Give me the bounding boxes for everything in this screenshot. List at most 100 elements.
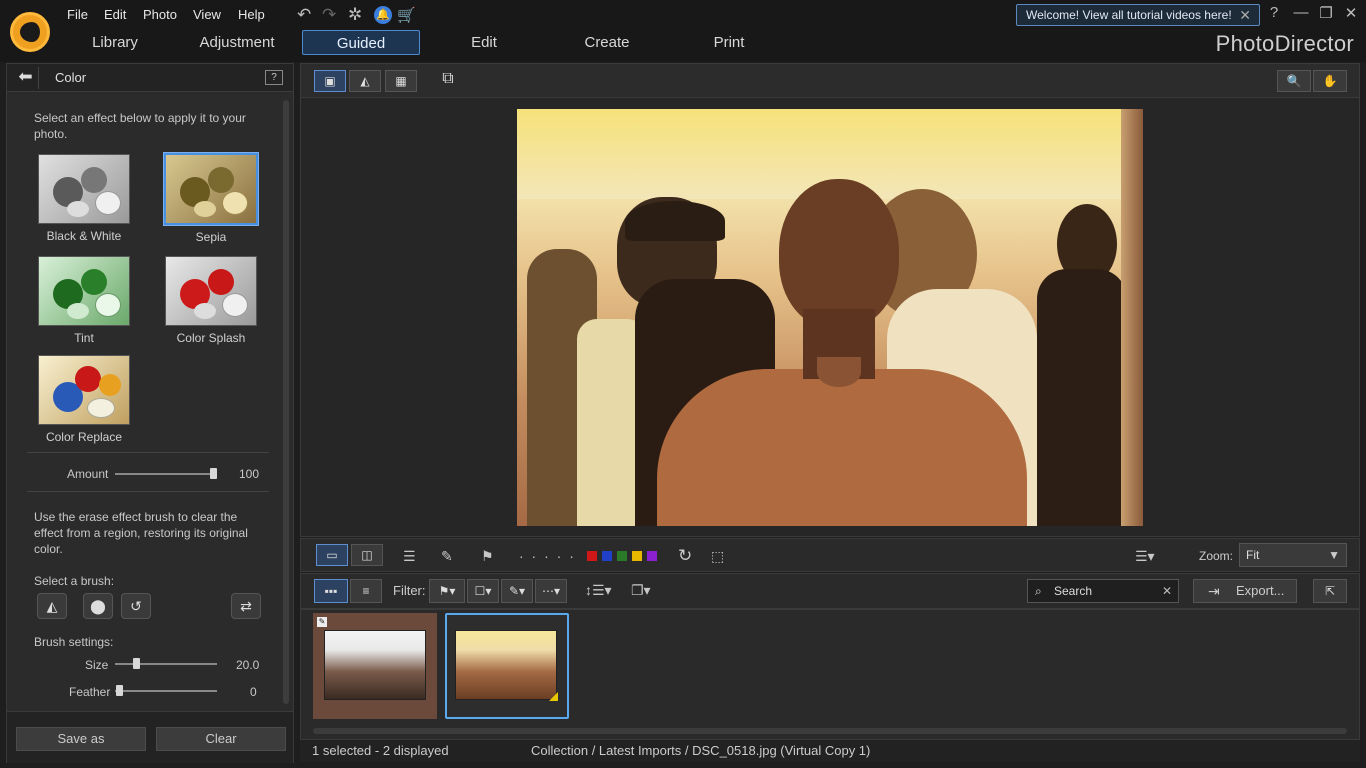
- feather-slider[interactable]: [115, 690, 217, 692]
- settings-icon[interactable]: ✲: [348, 5, 362, 25]
- help-button[interactable]: ?: [1261, 4, 1287, 21]
- menu-help[interactable]: Help: [238, 7, 265, 22]
- brush-settings-label: Brush settings:: [34, 635, 114, 649]
- close-icon[interactable]: ✕: [1239, 5, 1251, 25]
- color-label-green[interactable]: [617, 551, 627, 561]
- dual-display-icon[interactable]: ◫: [351, 544, 383, 566]
- save-as-button[interactable]: Save as: [16, 727, 146, 751]
- effect-sepia[interactable]: Sepia: [164, 153, 258, 244]
- grid-view-icon[interactable]: ▦: [385, 70, 417, 92]
- search-input[interactable]: ⌕ Search ✕: [1027, 579, 1179, 603]
- size-slider-handle[interactable]: [133, 658, 140, 669]
- effect-thumbnail: [164, 153, 258, 225]
- sort-menu-icon[interactable]: ☰▾: [1135, 545, 1155, 567]
- amount-slider-handle[interactable]: [210, 468, 217, 479]
- filmstrip-scrollbar[interactable]: [313, 728, 1347, 734]
- notification-icon[interactable]: 🔔: [374, 6, 392, 24]
- amount-value: 100: [239, 467, 260, 481]
- color-label-blue[interactable]: [602, 551, 612, 561]
- panel-header: ⬅ Color ?: [7, 64, 293, 92]
- menu-photo[interactable]: Photo: [143, 7, 177, 22]
- restore-brush-icon[interactable]: ↺: [121, 593, 151, 619]
- color-label-yellow[interactable]: [632, 551, 642, 561]
- filmstrip-thumbnail[interactable]: ✎: [313, 613, 437, 719]
- rotate-icon[interactable]: ↻: [678, 545, 692, 567]
- erase-brush-icon[interactable]: ◭: [37, 593, 67, 619]
- tab-edit[interactable]: Edit: [460, 30, 508, 55]
- clear-button[interactable]: Clear: [156, 727, 286, 751]
- viewer-toolbar: ▣ ◭ ▦ ⧉ 🔍 ✋: [301, 64, 1359, 98]
- panel-title: Color: [55, 70, 87, 85]
- restore-button[interactable]: ❐: [1313, 4, 1339, 22]
- main-photo[interactable]: [517, 109, 1143, 526]
- effect-thumbnail: [38, 355, 130, 425]
- second-display-icon[interactable]: ⧉: [435, 70, 461, 92]
- clear-search-icon[interactable]: ✕: [1162, 580, 1172, 602]
- filmstrip-thumbnail-selected[interactable]: [445, 613, 569, 719]
- tab-adjustment[interactable]: Adjustment: [196, 30, 278, 55]
- browser-toolbar: ▭ ◫ ☰ ✎ ⚑ · · · · · ↻ ⬚ ☰▾ Zoom: Fit ▼: [300, 538, 1360, 572]
- effect-thumbnail: [38, 154, 130, 224]
- crop-icon[interactable]: ⬚: [711, 545, 724, 567]
- effect-color-splash[interactable]: Color Splash: [165, 256, 257, 345]
- sort-icon[interactable]: ↕☰▾: [585, 579, 612, 601]
- stack-icon[interactable]: ❐▾: [631, 579, 651, 601]
- export-button[interactable]: ⇥ Export...: [1193, 579, 1297, 603]
- title-bar: File Edit Photo View Help ↶ ↷ ✲ 🔔 🛒 Libr…: [0, 0, 1366, 62]
- chevron-down-icon: ▼: [1328, 548, 1340, 562]
- swap-brush-icon[interactable]: ⇄: [231, 593, 261, 619]
- reject-icon[interactable]: ☰: [403, 545, 416, 567]
- menu-file[interactable]: File: [67, 7, 88, 22]
- size-slider[interactable]: [115, 663, 217, 665]
- effect-label: Color Replace: [45, 430, 123, 444]
- amount-slider[interactable]: [115, 473, 217, 475]
- zoom-icon[interactable]: 🔍: [1277, 70, 1311, 92]
- undo-icon[interactable]: ↶: [297, 5, 311, 25]
- app-logo: [10, 12, 50, 52]
- tab-library[interactable]: Library: [80, 30, 150, 55]
- export-icon: ⇥: [1208, 583, 1220, 599]
- rating-stars[interactable]: · · · · ·: [519, 545, 576, 567]
- list-view-icon[interactable]: ≡: [350, 579, 382, 603]
- hand-tool-icon[interactable]: ✋: [1313, 70, 1347, 92]
- welcome-banner[interactable]: Welcome! View all tutorial videos here! …: [1016, 4, 1260, 26]
- open-external-icon[interactable]: ⇱: [1313, 579, 1347, 603]
- brush-select-label: Select a brush:: [34, 574, 115, 588]
- feather-label: Feather: [69, 685, 111, 699]
- more-filter-icon[interactable]: ⋯▾: [535, 579, 567, 603]
- selection-status: 1 selected - 2 displayed: [312, 743, 449, 758]
- edit-filter-icon[interactable]: ✎▾: [501, 579, 533, 603]
- help-icon[interactable]: ?: [265, 70, 283, 85]
- color-label-red[interactable]: [587, 551, 597, 561]
- back-arrow-icon[interactable]: ⬅: [13, 67, 39, 89]
- feather-slider-handle[interactable]: [116, 685, 123, 696]
- redo-icon[interactable]: ↷: [322, 5, 336, 25]
- compare-view-icon[interactable]: ◭: [349, 70, 381, 92]
- color-filter-icon[interactable]: ☐▾: [467, 579, 499, 603]
- feather-value: 0: [250, 685, 257, 699]
- menu-view[interactable]: View: [193, 7, 221, 22]
- effect-color-replace[interactable]: Color Replace: [38, 355, 130, 444]
- menu-edit[interactable]: Edit: [104, 7, 126, 22]
- panel-scrollbar[interactable]: [283, 100, 289, 704]
- brush-edit-icon[interactable]: ✎: [441, 545, 453, 567]
- round-brush-icon[interactable]: ⬤: [83, 593, 113, 619]
- search-placeholder: Search: [1054, 584, 1093, 598]
- tab-create[interactable]: Create: [580, 30, 634, 55]
- thumbnail-image: [324, 630, 426, 700]
- minimize-button[interactable]: —: [1288, 4, 1314, 21]
- single-view-icon[interactable]: ▣: [314, 70, 346, 92]
- close-button[interactable]: ✕: [1338, 4, 1364, 22]
- zoom-select[interactable]: Fit ▼: [1239, 543, 1347, 567]
- flag-icon[interactable]: ⚑: [481, 545, 494, 567]
- color-label-purple[interactable]: [647, 551, 657, 561]
- tab-guided[interactable]: Guided: [302, 30, 420, 55]
- cart-icon[interactable]: 🛒: [397, 6, 416, 24]
- thumbnail-view-icon[interactable]: ▪▪▪: [314, 579, 348, 603]
- export-label: Export...: [1236, 583, 1285, 598]
- flag-filter-icon[interactable]: ⚑▾: [429, 579, 465, 603]
- effect-tint[interactable]: Tint: [38, 256, 130, 345]
- tab-print[interactable]: Print: [706, 30, 752, 55]
- single-display-icon[interactable]: ▭: [316, 544, 348, 566]
- effect-black-white[interactable]: Black & White: [38, 154, 130, 243]
